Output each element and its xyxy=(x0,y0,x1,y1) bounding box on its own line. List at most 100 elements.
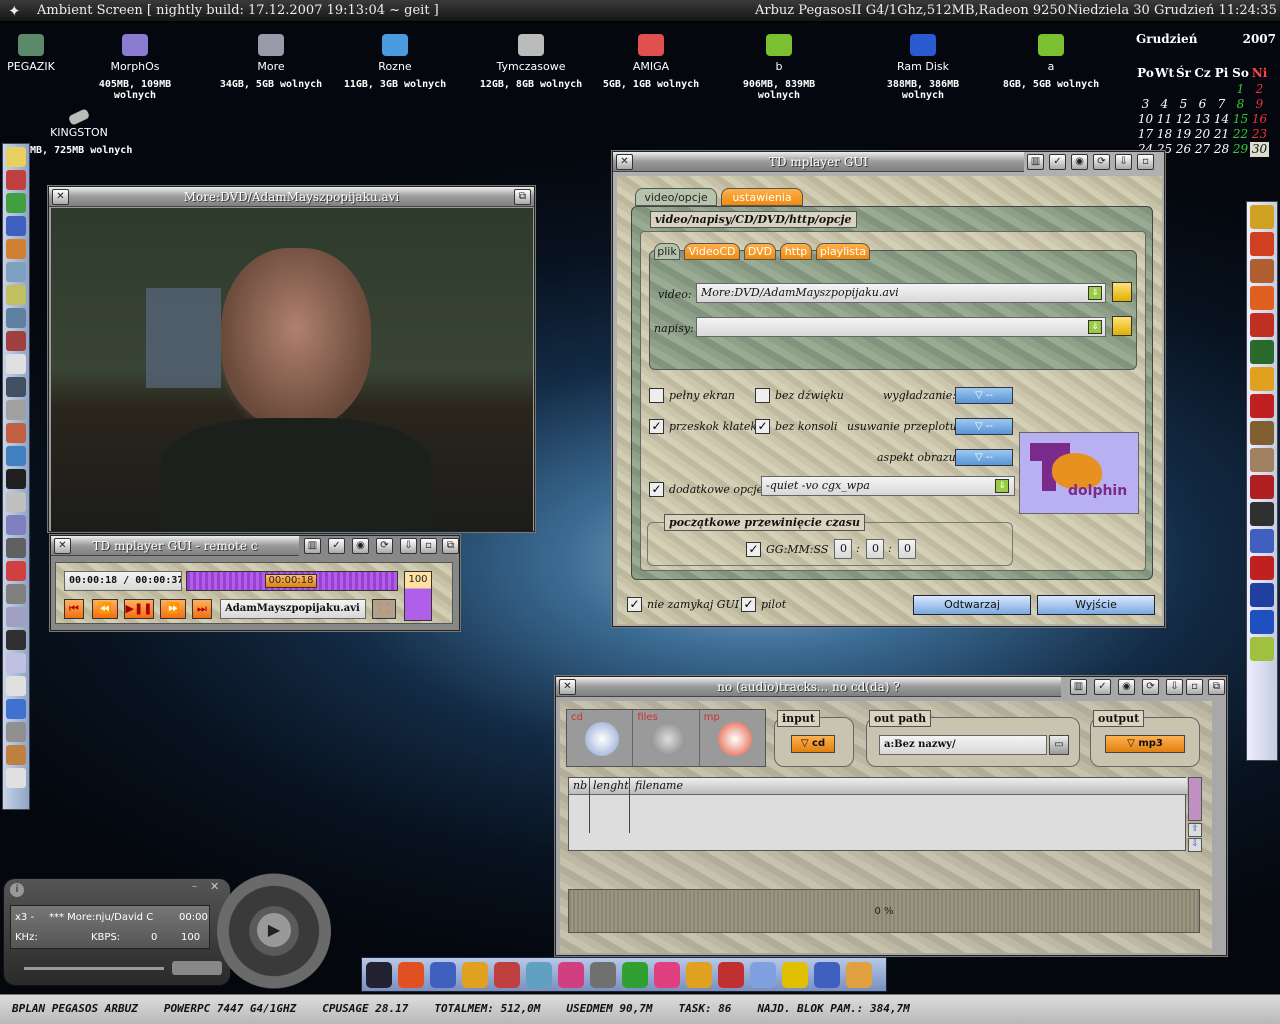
noconsole-checkbox[interactable]: ✓ xyxy=(755,419,770,434)
desktop-icon-b[interactable]: b 906MB, 839MB wolnych xyxy=(724,34,834,101)
calendar-day[interactable]: 9 xyxy=(1250,97,1269,112)
column-filename[interactable]: filename xyxy=(635,779,683,792)
taskbar-app-icon[interactable] xyxy=(526,961,552,988)
sync-button[interactable]: ⟳ xyxy=(1093,154,1110,170)
dock-app-icon[interactable] xyxy=(6,377,26,397)
scrollbar[interactable] xyxy=(1188,777,1202,821)
desktop-icon-tymczasowe[interactable]: Tymczasowe 12GB, 8GB wolnych xyxy=(476,34,586,90)
outpath-field[interactable]: a:Bez nazwy/ xyxy=(879,735,1047,755)
video-file-button[interactable] xyxy=(1112,282,1132,302)
input-popup[interactable]: ▽ cd xyxy=(791,735,835,753)
dock-app-icon[interactable] xyxy=(1250,313,1274,337)
dock-app-icon[interactable] xyxy=(6,699,26,719)
dock-app-icon[interactable] xyxy=(6,584,26,604)
calendar-day[interactable]: 18 xyxy=(1155,127,1174,142)
subs-file-button[interactable] xyxy=(1112,316,1132,336)
amp-buttons[interactable] xyxy=(172,961,222,975)
fullscreen-button[interactable]: ⛶ xyxy=(372,599,396,619)
dock-app-icon[interactable] xyxy=(6,676,26,696)
dock-app-icon[interactable] xyxy=(6,147,26,167)
download-button[interactable]: ⇩ xyxy=(1115,154,1132,170)
check-button[interactable]: ✓ xyxy=(1049,154,1066,170)
dock-app-icon[interactable] xyxy=(6,331,26,351)
extra-history-button[interactable]: ⇓ xyxy=(995,479,1009,493)
frameskip-checkbox[interactable]: ✓ xyxy=(649,419,664,434)
dock-app-icon[interactable] xyxy=(6,607,26,627)
dock-app-icon[interactable] xyxy=(1250,259,1274,283)
taskbar-app-icon[interactable] xyxy=(718,961,744,988)
calendar-day[interactable]: 12 xyxy=(1174,112,1193,127)
mp-mode-button[interactable]: mp xyxy=(700,710,765,766)
taskbar-app-icon[interactable] xyxy=(558,961,584,988)
dock-app-icon[interactable] xyxy=(1250,205,1274,229)
desktop-icon-more[interactable]: More 34GB, 5GB wolnych xyxy=(216,34,326,90)
calendar-day[interactable]: 10 xyxy=(1136,112,1155,127)
taskbar-app-icon[interactable] xyxy=(750,961,776,988)
dock-app-icon[interactable] xyxy=(1250,556,1274,580)
seek-knob[interactable]: 00:00:18 xyxy=(265,574,317,588)
minutes-field[interactable]: 0 xyxy=(866,539,884,559)
dock-app-icon[interactable] xyxy=(6,354,26,374)
dock-app-icon[interactable] xyxy=(6,722,26,742)
exit-button[interactable]: Wyjście xyxy=(1037,595,1155,615)
dock-app-icon[interactable] xyxy=(1250,394,1274,418)
dock-app-icon[interactable] xyxy=(6,193,26,213)
dock-app-icon[interactable] xyxy=(1250,502,1274,526)
subtab-plik[interactable]: plik xyxy=(654,243,680,260)
dock-app-icon[interactable] xyxy=(6,400,26,420)
play-pause-button[interactable]: ▶❚❚ xyxy=(124,599,154,619)
sync-button[interactable]: ⟳ xyxy=(376,538,393,554)
calendar-day[interactable]: 5 xyxy=(1174,97,1193,112)
subtab-dvd[interactable]: DVD xyxy=(744,243,776,260)
column-lenght[interactable]: lenght xyxy=(593,779,629,792)
tab-ustawienia[interactable]: ustawienia xyxy=(721,188,803,206)
dock-app-icon[interactable] xyxy=(6,308,26,328)
rewind-button[interactable]: ⏪ xyxy=(92,599,118,619)
taskbar-app-icon[interactable] xyxy=(494,961,520,988)
toolbar-button-1[interactable]: ▥ xyxy=(1070,679,1087,695)
minimize-icon[interactable]: – xyxy=(192,881,197,892)
amp-player[interactable]: i – ✕ x3 - *** More:nju/David C 00:00 KH… xyxy=(3,873,331,991)
calendar-day[interactable]: 26 xyxy=(1174,142,1193,157)
dock-app-icon[interactable] xyxy=(6,538,26,558)
remote-window[interactable]: ✕ TD mplayer GUI - remote c ▥ ✓ ◉ ⟳ ⇩ ▫ … xyxy=(50,535,460,631)
dock-app-icon[interactable] xyxy=(6,653,26,673)
calendar-day[interactable]: 8 xyxy=(1231,97,1250,112)
remote-titlebar[interactable]: ✕ TD mplayer GUI - remote c xyxy=(51,536,299,556)
smoothing-popup[interactable]: ▽ -- xyxy=(955,387,1013,404)
seek-bar[interactable]: 00:00:18 xyxy=(186,571,398,591)
dock-app-icon[interactable] xyxy=(1250,529,1274,553)
calendar-day[interactable]: 7 xyxy=(1212,97,1231,112)
calendar-day[interactable] xyxy=(1174,82,1193,97)
dock-app-icon[interactable] xyxy=(1250,610,1274,634)
cd-ripper-window[interactable]: ✕ no (audio)tracks... no cd(da) ? ▥ ✓ ◉ … xyxy=(555,676,1227,956)
taskbar-app-icon[interactable] xyxy=(782,961,808,988)
dock-app-icon[interactable] xyxy=(6,239,26,259)
desktop-icon-ram-disk[interactable]: Ram Disk 388MB, 386MB wolnych xyxy=(868,34,978,101)
extra-options-field[interactable]: -quiet -vo cgx_wpa xyxy=(761,476,1015,496)
deinterlace-popup[interactable]: ▽ -- xyxy=(955,418,1013,435)
dock-app-icon[interactable] xyxy=(6,285,26,305)
desktop-icon-morphos[interactable]: MorphOs 405MB, 109MB wolnych xyxy=(80,34,190,101)
calendar-day[interactable]: 4 xyxy=(1155,97,1174,112)
close-button[interactable]: ✕ xyxy=(54,538,71,554)
calendar-day[interactable]: 11 xyxy=(1155,112,1174,127)
play-button[interactable]: Odtwarzaj xyxy=(913,595,1031,615)
calendar-day[interactable]: 22 xyxy=(1231,127,1250,142)
desktop-icon-kingston[interactable]: KINGSTON MB, 725MB wolnych xyxy=(24,108,134,156)
outpath-folder-button[interactable]: ▭ xyxy=(1049,735,1069,755)
subtab-videocd[interactable]: VideoCD xyxy=(684,243,740,260)
nosound-checkbox[interactable] xyxy=(755,388,770,403)
extra-options-checkbox[interactable]: ✓ xyxy=(649,482,664,497)
desktop-icon-a[interactable]: a 8GB, 5GB wolnych xyxy=(996,34,1106,90)
video-history-button[interactable]: ⇓ xyxy=(1088,286,1102,300)
iconify-button[interactable]: ▫ xyxy=(1137,154,1154,170)
download-button[interactable]: ⇩ xyxy=(400,538,417,554)
subtab-http[interactable]: http xyxy=(780,243,812,260)
taskbar-app-icon[interactable] xyxy=(814,961,840,988)
seconds-field[interactable]: 0 xyxy=(898,539,916,559)
dock-app-icon[interactable] xyxy=(1250,583,1274,607)
files-mode-button[interactable]: files xyxy=(633,710,700,766)
dock-app-icon[interactable] xyxy=(6,492,26,512)
calendar-day[interactable]: 20 xyxy=(1193,127,1212,142)
